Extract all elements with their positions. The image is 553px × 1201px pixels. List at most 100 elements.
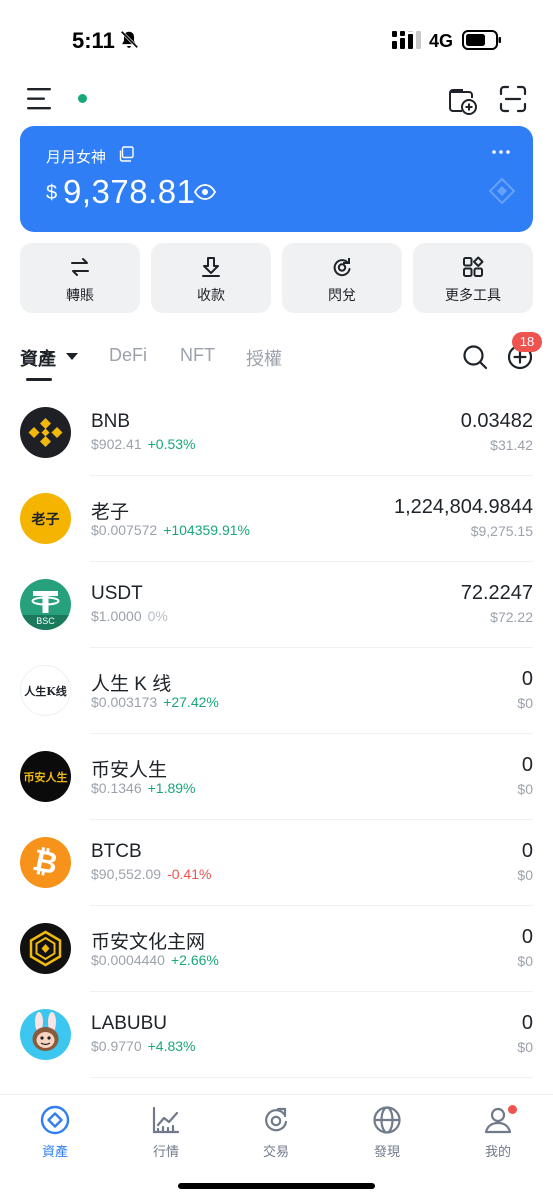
token-price-line: $0.007572 +104359.91% — [91, 522, 250, 538]
assets-icon — [40, 1105, 70, 1135]
top-header — [0, 80, 553, 120]
search-icon[interactable] — [462, 344, 488, 370]
token-amount: 1,224,804.9844 — [393, 496, 533, 518]
wallet-name: 月月女神 — [46, 149, 107, 166]
caret-down-icon[interactable] — [66, 353, 78, 361]
nav-label: 發現 — [373, 1144, 400, 1159]
status-time: 5:11 — [72, 28, 115, 53]
token-change: +1.89% — [147, 780, 196, 796]
transfer-button[interactable]: 轉賬 — [20, 243, 140, 313]
row-divider — [90, 1077, 533, 1078]
token-price: $0.007572 — [91, 522, 158, 538]
more-tools-button[interactable]: 更多工具 — [413, 243, 533, 313]
more-tools-label: 更多工具 — [445, 287, 501, 303]
nav-discover[interactable]: 發現 — [347, 1105, 427, 1160]
token-change: +2.66% — [170, 952, 219, 968]
token-value: $0 — [517, 1039, 533, 1055]
balance-card[interactable]: 月月女神 $ 9,378.81 — [20, 126, 533, 232]
balance-amount: 9,378.81 — [63, 173, 196, 210]
signal-icon — [392, 31, 421, 49]
token-row-usdt[interactable]: BSC USDT $1.0000 0% 72.2247 $72.22 — [0, 562, 553, 648]
transfer-icon — [71, 258, 89, 276]
token-name: 老子 — [91, 502, 130, 523]
nav-assets[interactable]: 資產 — [15, 1105, 95, 1160]
token-name: LABUBU — [91, 1013, 168, 1034]
tab-assets[interactable]: 資產 — [20, 345, 56, 371]
bnb-chain-icon — [489, 178, 515, 204]
bitcoin-logo-icon: ₿ — [20, 837, 71, 888]
tab-defi[interactable]: DeFi — [109, 345, 147, 366]
wallet-add-icon[interactable] — [446, 84, 478, 116]
token-amount: 0 — [521, 1012, 533, 1034]
token-value: $31.42 — [490, 437, 533, 453]
token-row-labubu[interactable]: LABUBU $0.9770 +4.83% 0 $0 — [0, 992, 553, 1078]
token-value: $9,275.15 — [470, 523, 533, 539]
token-value: $72.22 — [490, 609, 533, 625]
more-dots-icon[interactable] — [491, 148, 511, 156]
tools-icon — [463, 256, 484, 277]
balance-currency: $ — [46, 182, 58, 204]
token-row-bnb[interactable]: BNB $902.41 +0.53% 0.03482 $31.42 — [0, 390, 553, 476]
token-change: +4.83% — [147, 1038, 196, 1054]
laozi-logo-icon: 老子 — [20, 493, 71, 544]
token-change: +104359.91% — [163, 522, 250, 538]
token-value: $0 — [517, 867, 533, 883]
token-amount: 0 — [521, 926, 533, 948]
token-price-line: $0.003173 +27.42% — [91, 694, 219, 710]
token-price-line: $902.41 +0.53% — [91, 436, 195, 452]
token-price: $902.41 — [91, 436, 142, 452]
token-price-line: $1.0000 0% — [91, 608, 168, 624]
token-amount: 72.2247 — [460, 582, 533, 604]
token-amount: 0 — [521, 840, 533, 862]
notification-badge: 18 — [512, 332, 542, 352]
binance-culture-logo-icon — [20, 923, 71, 974]
token-row-btcb[interactable]: ₿ BTCB $90,552.09 -0.41% 0 $0 — [0, 820, 553, 906]
token-price-line: $0.0004440 +2.66% — [91, 952, 219, 968]
nav-market[interactable]: 行情 — [126, 1105, 206, 1160]
token-value: $0 — [517, 781, 533, 797]
token-row-life-k[interactable]: 人生K线 人生 K 线 $0.003173 +27.42% 0 $0 — [0, 648, 553, 734]
asset-tabs: 資產 DeFi NFT 授權 18 — [0, 332, 553, 390]
trade-swap-icon — [265, 1107, 288, 1132]
token-price: $0.003173 — [91, 694, 158, 710]
globe-icon — [373, 1106, 401, 1134]
token-price-line: $90,552.09 -0.41% — [91, 866, 211, 882]
token-price: $0.1346 — [91, 780, 142, 796]
token-value: $0 — [517, 695, 533, 711]
receive-icon — [202, 257, 220, 277]
token-amount: 0 — [521, 754, 533, 776]
receive-button[interactable]: 收款 — [151, 243, 271, 313]
copy-icon[interactable] — [118, 146, 134, 162]
scan-icon[interactable] — [498, 84, 528, 114]
status-bar: 5:11 4G — [0, 0, 553, 80]
eye-icon[interactable] — [194, 184, 216, 200]
token-amount: 0 — [521, 668, 533, 690]
swap-button[interactable]: 閃兌 — [282, 243, 402, 313]
token-price-line: $0.1346 +1.89% — [91, 780, 195, 796]
token-name: 币安人生 — [91, 760, 168, 781]
token-change: +0.53% — [147, 436, 196, 452]
token-change: +27.42% — [163, 694, 219, 710]
nav-me[interactable]: 我的 — [458, 1105, 538, 1160]
token-row-binance-life[interactable]: 币安人生 币安人生 $0.1346 +1.89% 0 $0 — [0, 734, 553, 820]
nav-label: 我的 — [484, 1144, 511, 1159]
nav-trade[interactable]: 交易 — [236, 1105, 316, 1160]
token-price: $1.0000 — [91, 608, 142, 624]
token-row-binance-culture[interactable]: 币安文化主网 $0.0004440 +2.66% 0 $0 — [0, 906, 553, 992]
tab-approvals[interactable]: 授權 — [246, 345, 282, 371]
tab-nft[interactable]: NFT — [180, 345, 215, 366]
token-row-laozi[interactable]: 老子 老子 $0.007572 +104359.91% 1,224,804.984… — [0, 476, 553, 562]
life-k-logo-icon: 人生K线 — [20, 665, 71, 716]
nav-label: 交易 — [262, 1144, 289, 1159]
token-name: BTCB — [91, 841, 142, 862]
online-status-dot — [78, 94, 87, 103]
token-name: 币安文化主网 — [91, 932, 206, 953]
active-tab-underline — [26, 378, 52, 381]
token-change: -0.41% — [167, 866, 212, 882]
menu-icon[interactable] — [26, 86, 54, 112]
notification-dot — [508, 1105, 517, 1114]
token-name: USDT — [91, 583, 143, 604]
battery-icon — [462, 30, 501, 50]
receive-label: 收款 — [197, 287, 225, 303]
silent-bell-icon — [120, 30, 139, 49]
